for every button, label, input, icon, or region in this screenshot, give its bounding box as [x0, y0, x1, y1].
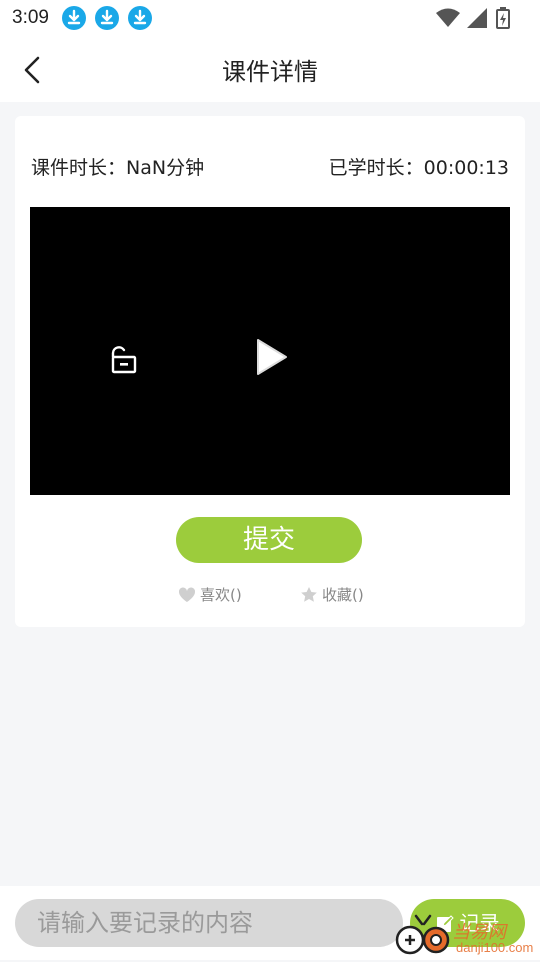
nav-bar: 课件详情: [0, 40, 540, 102]
page-title: 课件详情: [222, 58, 318, 86]
favorite-label: 收藏(): [322, 586, 364, 604]
system-icons: [436, 7, 526, 31]
video-player[interactable]: [30, 207, 510, 495]
course-duration: 课件时长：NaN分钟: [31, 157, 205, 179]
favorite-button[interactable]: 收藏(): [300, 584, 364, 606]
star-icon: [301, 587, 317, 602]
like-label: 喜欢(): [200, 586, 242, 604]
status-bar: 3:09: [0, 0, 540, 40]
download-icon: [62, 6, 86, 30]
battery-charging-icon: [496, 7, 510, 33]
heart-icon: [178, 587, 196, 602]
course-card: 课件时长：NaN分钟 已学时长：00:00:13 提交 喜欢() 收藏(): [15, 116, 525, 627]
like-button[interactable]: 喜欢(): [178, 584, 242, 606]
submit-button[interactable]: 提交: [176, 517, 362, 563]
studied-duration: 已学时长：00:00:13: [328, 157, 509, 179]
unlock-icon[interactable]: [107, 343, 141, 377]
wifi-icon: [436, 7, 460, 33]
download-icon: [95, 6, 119, 30]
note-input[interactable]: [15, 899, 403, 947]
watermark-subtext: danji100.com: [456, 940, 534, 955]
status-time: 3:09: [12, 7, 49, 28]
signal-icon: [466, 7, 488, 33]
download-icon: [128, 6, 152, 30]
play-icon[interactable]: [254, 337, 290, 377]
watermark-logo: [394, 910, 452, 958]
